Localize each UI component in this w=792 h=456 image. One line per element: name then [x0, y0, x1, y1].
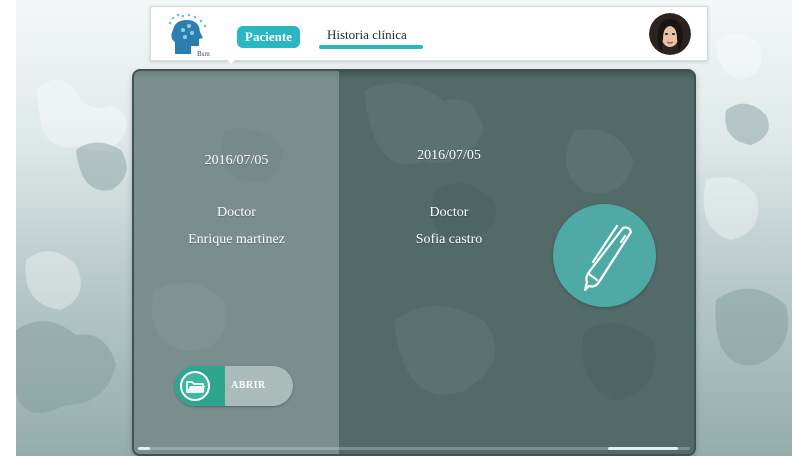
folder-icon-circle [180, 371, 210, 401]
folder-icon [186, 381, 205, 393]
record-date: 2016/07/05 [204, 153, 269, 168]
record-doctor-name: Enrique martinez [188, 232, 285, 247]
avatar-photo-icon [649, 13, 691, 55]
logo-text: Bsm [197, 50, 210, 58]
history-panel: 2016/07/05 Doctor Enrique martinez 2016/… [134, 71, 694, 454]
horizontal-scrollbar[interactable] [138, 447, 690, 450]
tab-paciente[interactable]: Paciente [237, 26, 300, 48]
app-stage: Bsm Paciente Historia clínica 2016/07/05… [16, 0, 792, 456]
record-role: Doctor [429, 205, 469, 220]
tab-historia-clinica[interactable]: Historia clínica [327, 25, 407, 45]
pen-icon [583, 224, 633, 292]
tab-indicator [319, 45, 423, 49]
user-avatar[interactable] [649, 13, 691, 55]
record-doctor-name: Sofia castro [415, 232, 483, 247]
record-role: Doctor [217, 205, 256, 220]
open-record-button[interactable]: ABRIR [175, 366, 293, 406]
record-date: 2016/07/05 [417, 148, 481, 163]
edit-record-button[interactable] [553, 204, 656, 307]
scrollbar-thumb[interactable] [138, 447, 150, 450]
scrollbar-thumb[interactable] [608, 447, 678, 450]
open-button-label: ABRIR [231, 380, 266, 391]
top-bar: Bsm Paciente Historia clínica [150, 6, 708, 61]
header-notch [223, 55, 239, 64]
